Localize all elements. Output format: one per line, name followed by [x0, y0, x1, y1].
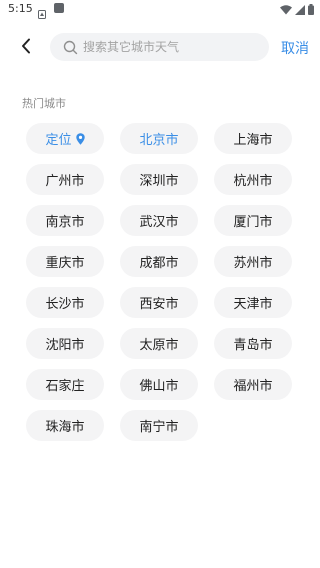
- search-box[interactable]: [50, 33, 269, 61]
- city-row: 长沙市 西安市 天津市: [26, 287, 296, 318]
- city-row: 沈阳市 太原市 青岛市: [26, 328, 296, 359]
- city-button[interactable]: 上海市: [214, 123, 292, 154]
- city-button[interactable]: 西安市: [120, 287, 198, 318]
- city-button[interactable]: 成都市: [120, 246, 198, 277]
- city-button[interactable]: 北京市: [120, 123, 198, 154]
- city-row: 南京市 武汉市 厦门市: [26, 205, 296, 236]
- status-time: 5:15: [8, 2, 33, 15]
- city-button[interactable]: 武汉市: [120, 205, 198, 236]
- city-button[interactable]: 广州市: [26, 164, 104, 195]
- battery-icon: [308, 0, 314, 19]
- notification-a-icon: [38, 4, 46, 19]
- city-button[interactable]: 深圳市: [120, 164, 198, 195]
- city-button[interactable]: 杭州市: [214, 164, 292, 195]
- city-row: 广州市 深圳市 杭州市: [26, 164, 296, 195]
- city-row: 石家庄 佛山市 福州市: [26, 369, 296, 400]
- city-button[interactable]: 长沙市: [26, 287, 104, 318]
- status-icons: [280, 3, 314, 15]
- location-pin-icon: [75, 132, 85, 145]
- city-button[interactable]: 沈阳市: [26, 328, 104, 359]
- cellular-signal-icon: [295, 0, 305, 19]
- city-button[interactable]: 珠海市: [26, 410, 104, 441]
- wifi-icon: [280, 0, 292, 19]
- city-button[interactable]: 青岛市: [214, 328, 292, 359]
- city-button[interactable]: 太原市: [120, 328, 198, 359]
- city-button[interactable]: 石家庄: [26, 369, 104, 400]
- search-header: 取消: [0, 30, 320, 66]
- city-button[interactable]: 福州市: [214, 369, 292, 400]
- city-button[interactable]: 重庆市: [26, 246, 104, 277]
- cancel-button[interactable]: 取消: [281, 38, 309, 58]
- search-icon: [62, 39, 78, 55]
- city-button[interactable]: 佛山市: [120, 369, 198, 400]
- hot-cities-title: 热门城市: [22, 97, 66, 110]
- city-row: 珠海市 南宁市: [26, 410, 296, 441]
- back-button[interactable]: [14, 36, 38, 60]
- city-button[interactable]: 南宁市: [120, 410, 198, 441]
- locate-label: 定位: [45, 133, 72, 148]
- city-row: 定位 北京市 上海市: [26, 123, 296, 154]
- city-button[interactable]: 厦门市: [214, 205, 292, 236]
- city-button[interactable]: 南京市: [26, 205, 104, 236]
- notification-b-icon: [54, 3, 64, 13]
- city-button[interactable]: 苏州市: [214, 246, 292, 277]
- search-input[interactable]: [83, 40, 263, 54]
- hot-cities-grid: 定位 北京市 上海市 广州市 深圳市 杭州市 南京市 武汉市 厦门市 重庆市 成…: [26, 123, 296, 451]
- chevron-left-icon: [20, 38, 32, 58]
- locate-button[interactable]: 定位: [26, 123, 104, 154]
- city-button[interactable]: 天津市: [214, 287, 292, 318]
- city-row: 重庆市 成都市 苏州市: [26, 246, 296, 277]
- status-bar: 5:15: [0, 0, 320, 19]
